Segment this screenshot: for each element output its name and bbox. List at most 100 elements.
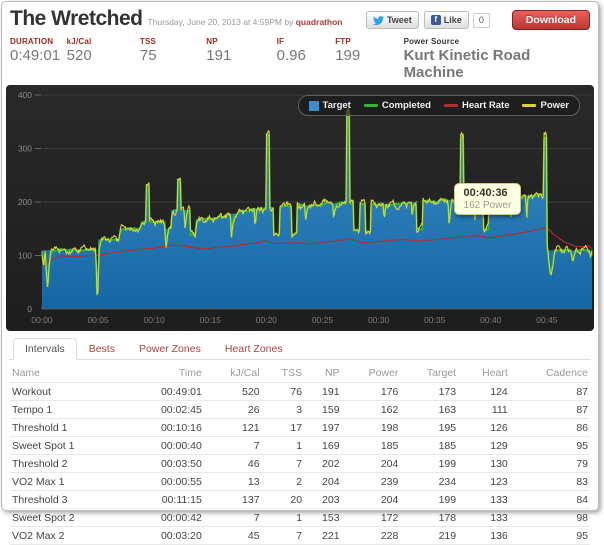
svg-text:00:15: 00:15 — [200, 315, 222, 325]
table-cell: 95 — [509, 526, 590, 545]
tab-intervals[interactable]: Intervals — [13, 338, 77, 360]
table-cell: 00:11:15 — [125, 490, 204, 509]
column-header-time: Time — [125, 363, 204, 383]
tab-bests[interactable]: Bests — [77, 338, 127, 360]
like-label: Like — [443, 15, 462, 25]
svg-text:400: 400 — [18, 90, 32, 100]
table-cell: 13 — [203, 472, 262, 491]
stat-value: 0:49:01 — [10, 47, 61, 64]
table-cell: 239 — [341, 472, 401, 491]
chart-tooltip: 00:40:36 162 Power — [453, 183, 522, 215]
table-cell: 129 — [458, 436, 510, 455]
legend-item-target[interactable]: Target — [308, 100, 351, 111]
table-cell: Threshold 1 — [10, 418, 126, 437]
legend-label: Power — [540, 100, 569, 111]
stat-label: NP — [206, 37, 218, 46]
svg-text:300: 300 — [18, 144, 32, 154]
table-row[interactable]: Sweet Spot 1 00:00:40 7 1 169 185 185 129 95 — [10, 436, 590, 455]
header-actions: Tweet f Like 0 Download — [365, 10, 590, 30]
table-cell: 204 — [304, 472, 342, 491]
tab-power-zones[interactable]: Power Zones — [127, 338, 213, 360]
chart-legend[interactable]: Target Completed Heart Rate Power — [297, 95, 580, 116]
table-cell: 228 — [341, 526, 401, 545]
author-link[interactable]: quadrathon — [296, 17, 343, 27]
table-cell: 1 — [261, 508, 305, 527]
stat-label: kJ/Cal — [66, 37, 92, 46]
stat-label: IF — [276, 37, 285, 46]
table-cell: 199 — [400, 454, 459, 473]
table-cell: Sweet Spot 1 — [10, 436, 126, 455]
legend-item-power[interactable]: Power — [522, 100, 569, 111]
legend-item-heart-rate[interactable]: Heart Rate — [443, 100, 509, 111]
table-cell: 163 — [400, 400, 459, 419]
table-row[interactable]: Threshold 2 00:03:50 46 7 202 204 199 130 79 — [10, 454, 590, 473]
stat-value: 191 — [206, 47, 232, 64]
facebook-icon: f — [430, 15, 441, 25]
legend-item-completed[interactable]: Completed — [363, 100, 431, 111]
table-cell: 191 — [304, 382, 342, 401]
table-cell: Workout — [10, 382, 126, 401]
table-cell: 133 — [458, 508, 510, 527]
like-count[interactable]: 0 — [472, 12, 490, 28]
table-cell: 121 — [203, 418, 262, 437]
tab-heart-zones[interactable]: Heart Zones — [213, 338, 295, 360]
page-title: The Wretched — [10, 7, 143, 30]
table-cell: 86 — [509, 418, 590, 437]
table-cell: 1 — [261, 436, 305, 455]
tooltip-time: 00:40:36 — [463, 187, 508, 199]
download-button[interactable]: Download — [511, 10, 590, 30]
column-header-target: Target — [400, 363, 459, 383]
table-row[interactable]: VO2 Max 2 00:03:20 45 7 221 228 219 136 95 — [10, 526, 590, 545]
table-row[interactable]: Workout 00:49:01 520 76 191 176 173 124 87 — [10, 382, 590, 401]
table-cell: Tempo 1 — [10, 400, 126, 419]
svg-text:00:20: 00:20 — [256, 315, 278, 325]
target-swatch-icon — [308, 100, 319, 111]
table-row[interactable]: Threshold 3 00:11:15 137 20 203 204 199 133 84 — [10, 490, 590, 509]
tab-bar: Intervals Bests Power Zones Heart Zones — [9, 338, 591, 360]
table-cell: 7 — [203, 508, 262, 527]
table-row[interactable]: Tempo 1 00:02:45 26 3 159 162 163 111 87 — [10, 400, 590, 419]
table-cell: 198 — [341, 418, 401, 437]
svg-text:100: 100 — [18, 251, 32, 261]
table-cell: 159 — [304, 400, 342, 419]
byline-date: Thursday, June 20, 2013 at 4:59PM by — [147, 17, 294, 27]
table-cell: 7 — [261, 526, 305, 545]
stat-np: NP 191 — [206, 37, 276, 64]
table-cell: VO2 Max 1 — [10, 472, 126, 491]
like-button[interactable]: f Like — [423, 11, 469, 29]
table-cell: 195 — [400, 418, 459, 437]
table-cell: 83 — [509, 472, 590, 491]
tweet-label: Tweet — [386, 15, 412, 25]
tweet-button[interactable]: Tweet — [365, 11, 419, 29]
tooltip-value: 162 Power — [463, 200, 512, 211]
svg-text:00:30: 00:30 — [368, 315, 390, 325]
stat-value: 520 — [66, 47, 92, 64]
stats-row: DURATION 0:49:01 kJ/Cal 520 TSS 75 NP 191 IF 0.96… — [5, 34, 595, 81]
stat-label: TSS — [139, 37, 157, 46]
table-cell: 17 — [261, 418, 305, 437]
table-cell: 87 — [509, 382, 590, 401]
svg-text:00:00: 00:00 — [31, 315, 53, 325]
table-cell: 202 — [304, 454, 342, 473]
table-cell: 124 — [458, 382, 510, 401]
table-row[interactable]: VO2 Max 1 00:00:55 13 2 204 239 234 123 83 — [10, 472, 590, 491]
workout-chart[interactable]: 0 100 200 300 400 00:00 00:05 00:10 00:15 00… — [6, 85, 594, 331]
table-cell: 123 — [458, 472, 510, 491]
table-cell: 137 — [203, 490, 262, 509]
table-cell: 7 — [261, 454, 305, 473]
svg-text:00:05: 00:05 — [87, 315, 109, 325]
table-cell: 126 — [458, 418, 510, 437]
table-cell: 173 — [400, 382, 459, 401]
table-row[interactable]: Threshold 1 00:10:16 121 17 197 198 195 126 86 — [10, 418, 590, 437]
table-cell: 00:00:42 — [125, 508, 204, 527]
svg-text:00:35: 00:35 — [424, 315, 446, 325]
svg-text:00:40: 00:40 — [480, 315, 502, 325]
table-row[interactable]: Sweet Spot 2 00:00:42 7 1 153 172 178 133 98 — [10, 508, 590, 527]
stat-if: IF 0.96 — [277, 37, 336, 64]
table-cell: 00:03:20 — [125, 526, 204, 545]
table-cell: 169 — [304, 436, 342, 455]
column-header-tss: TSS — [261, 363, 305, 383]
table-cell: 00:02:45 — [125, 400, 204, 419]
column-header-heart: Heart — [458, 363, 510, 383]
stat-value: 199 — [335, 47, 361, 64]
